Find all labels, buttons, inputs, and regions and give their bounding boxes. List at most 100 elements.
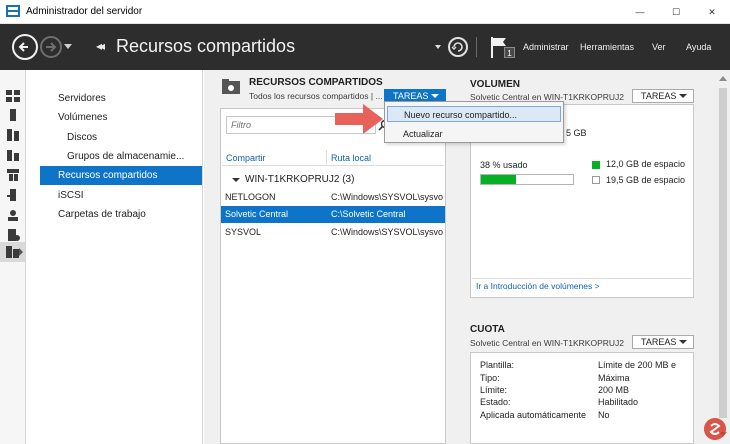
page-title: Recursos compartidos: [116, 36, 296, 56]
chevron-right-icon: [19, 248, 23, 256]
quota-row: Límite: 200 MB: [480, 384, 700, 396]
free-space-label: 12,0 GB de espacio: [606, 159, 686, 169]
shares-folder-icon: [222, 79, 240, 94]
storage-nav-panel: Servidores Volúmenes Discos Grupos de al…: [40, 70, 203, 444]
file-services-icon[interactable]: [6, 149, 20, 161]
title-bar: Administrador del servidor — ☐ ✕: [0, 0, 730, 24]
shares-subtitle: Todos los recursos compartidos | ...: [249, 91, 383, 101]
header-separator: [476, 37, 477, 57]
storage-services-icon[interactable]: [6, 246, 20, 258]
quota-key: Tipo:: [480, 373, 500, 383]
quota-key: Aplicada automáticamente: [480, 410, 587, 420]
nav-item-volumenes[interactable]: Volúmenes: [40, 108, 202, 127]
quota-key: Plantilla:: [480, 360, 515, 370]
all-servers-icon[interactable]: [6, 129, 20, 141]
quota-row: Aplicada automáticamente No: [480, 409, 700, 421]
hyperv-icon[interactable]: [6, 169, 20, 181]
vertical-scrollbar[interactable]: [716, 70, 730, 444]
column-divider: [326, 150, 327, 164]
remote-access-icon[interactable]: [6, 209, 20, 221]
quota-subtitle: Solvetic Central en WIN-T1KRKOPRUJ2: [470, 338, 624, 348]
watermark-logo: [704, 418, 726, 440]
forward-button[interactable]: [40, 36, 62, 58]
quota-row: Plantilla: Límite de 200 MB e: [480, 359, 700, 371]
close-icon: ✕: [708, 6, 716, 17]
breadcrumb-marker: ◂◂: [96, 39, 105, 53]
nav-item-iscsi[interactable]: iSCSI: [40, 186, 202, 205]
nav-item-discos[interactable]: Discos: [40, 128, 202, 147]
share-name: NETLOGON: [225, 192, 276, 202]
shares-title: RECURSOS COMPARTIDOS: [249, 77, 383, 88]
collapse-group-icon[interactable]: [232, 178, 240, 182]
local-server-icon[interactable]: [6, 109, 20, 121]
header-bar: ◂◂ Recursos compartidos 1 Administrar He…: [0, 24, 730, 70]
volume-used-label: 38 % usado: [480, 160, 528, 170]
iis-icon[interactable]: [6, 189, 20, 201]
annotation-arrow-icon: [335, 104, 383, 134]
nav-item-recursos-compartidos[interactable]: Recursos compartidos: [40, 166, 202, 185]
quota-value: No: [598, 410, 610, 420]
share-name: Solvetic Central: [225, 209, 289, 219]
share-path: C:\Windows\SYSVOL\sysvol\s: [331, 192, 443, 202]
arrow-left-icon: [18, 42, 28, 52]
menu-item-new-share[interactable]: Nuevo recurso compartido...: [387, 106, 561, 122]
quota-tasks-button[interactable]: TAREAS: [632, 335, 694, 349]
server-group-header[interactable]: WIN-T1KRKOPRUJ2 (3): [245, 174, 354, 185]
tasks-dropdown-menu: Nuevo recurso compartido... Actualizar: [384, 101, 564, 143]
quota-value: 200 MB: [598, 385, 630, 395]
nav-item-servidores[interactable]: Servidores: [40, 89, 202, 108]
chevron-down-icon: [679, 340, 687, 344]
maximize-button[interactable]: ☐: [658, 0, 694, 24]
total-space-swatch: [592, 176, 600, 184]
menu-ver[interactable]: Ver: [652, 42, 666, 52]
dashboard-icon[interactable]: [6, 90, 20, 102]
quota-key: Límite:: [480, 385, 508, 395]
notification-count-badge: 1: [504, 47, 515, 58]
column-header-divider: [222, 165, 444, 166]
volume-tasks-button[interactable]: TAREAS: [632, 89, 694, 103]
table-row[interactable]: NETLOGON C:\Windows\SYSVOL\sysvol\s: [221, 189, 445, 206]
maximize-icon: ☐: [671, 6, 681, 17]
quota-tasks-label: TAREAS: [641, 337, 677, 347]
quota-value: Límite de 200 MB e: [598, 360, 677, 370]
scroll-thumb[interactable]: [719, 88, 727, 418]
table-row[interactable]: SYSVOL C:\Windows\SYSVOL\sysvol: [221, 224, 445, 241]
volume-title: VOLUMEN: [470, 79, 520, 90]
volume-usage-fill: [481, 175, 516, 184]
chevron-down-icon: [431, 94, 439, 98]
quota-value: Máxima: [598, 373, 630, 383]
share-path: C:\Windows\SYSVOL\sysvol: [331, 227, 443, 237]
column-header-path[interactable]: Ruta local: [331, 153, 371, 163]
nav-item-grupos[interactable]: Grupos de almacenamie...: [40, 147, 202, 166]
menu-item-refresh[interactable]: Actualizar: [387, 126, 561, 142]
breadcrumb-dropdown-icon[interactable]: [435, 45, 441, 49]
total-space-label: 19,5 GB de espacio: [606, 175, 686, 185]
quota-key: Estado:: [480, 397, 511, 407]
share-name: SYSVOL: [225, 227, 262, 237]
menu-ayuda[interactable]: Ayuda: [686, 42, 711, 52]
history-dropdown-icon[interactable]: [64, 44, 72, 49]
scroll-up-icon[interactable]: [719, 76, 727, 81]
volume-link-divider: [472, 278, 692, 279]
quota-value: Habilitado: [598, 397, 639, 407]
volume-usage-bar: [480, 174, 574, 185]
quota-row: Tipo: Máxima: [480, 372, 700, 384]
back-button[interactable]: [12, 34, 38, 60]
share-path: C:\Solvetic Central: [331, 209, 406, 219]
menu-administrar[interactable]: Administrar: [523, 42, 569, 52]
close-button[interactable]: ✕: [694, 0, 730, 24]
volume-tasks-label: TAREAS: [641, 91, 677, 101]
refresh-button[interactable]: [448, 37, 468, 57]
window-title: Administrador del servidor: [26, 6, 143, 17]
minimize-button[interactable]: —: [622, 0, 658, 24]
quota-title: CUOTA: [470, 324, 505, 335]
free-space-swatch: [592, 161, 600, 169]
column-header-share[interactable]: Compartir: [226, 153, 266, 163]
nav-item-carpetas[interactable]: Carpetas de trabajo: [40, 205, 202, 224]
volume-overview-link[interactable]: Ir a Introducción de volúmenes >: [476, 281, 600, 291]
wsus-icon[interactable]: [6, 229, 20, 241]
table-row[interactable]: Solvetic Central C:\Solvetic Central: [221, 206, 445, 223]
icon-rail: [0, 70, 26, 444]
minimize-icon: —: [635, 7, 645, 17]
menu-herramientas[interactable]: Herramientas: [580, 42, 634, 52]
